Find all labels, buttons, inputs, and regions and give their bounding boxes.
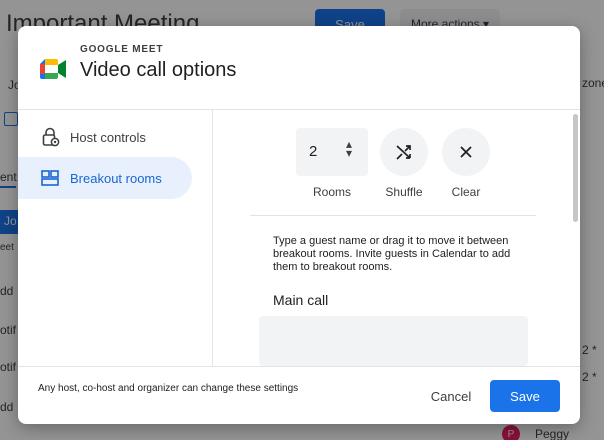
shuffle-button[interactable] <box>380 128 428 176</box>
nav-label: Host controls <box>70 129 146 145</box>
close-icon <box>460 146 472 158</box>
dialog-header: GOOGLE MEET Video call options <box>18 26 580 110</box>
scrollbar-thumb[interactable] <box>573 114 578 222</box>
cancel-button[interactable]: Cancel <box>418 380 484 412</box>
clear-button[interactable] <box>442 128 490 176</box>
shuffle-icon <box>396 145 411 160</box>
lock-gear-icon <box>40 127 60 147</box>
breakout-instructions: Type a guest name or drag it to move it … <box>273 235 511 273</box>
breakout-rooms-panel: 2 ▴ ▾ Rooms Shuffle Clear Type a guest na… <box>214 110 580 366</box>
options-sidebar: Host controls Breakout rooms <box>18 110 213 366</box>
dialog-eyebrow: GOOGLE MEET <box>80 44 164 55</box>
nav-label: Breakout rooms <box>70 170 162 186</box>
rooms-count-stepper[interactable]: 2 ▴ ▾ <box>296 128 368 176</box>
google-meet-logo-icon <box>40 59 66 79</box>
main-call-heading: Main call <box>273 292 329 308</box>
dialog-title: Video call options <box>80 59 237 81</box>
nav-host-controls[interactable]: Host controls <box>18 116 192 158</box>
shuffle-label: Shuffle <box>385 185 423 199</box>
rooms-label: Rooms <box>312 185 351 199</box>
nav-breakout-rooms[interactable]: Breakout rooms <box>18 157 192 199</box>
rooms-count-value: 2 <box>309 143 318 160</box>
breakout-rooms-icon <box>40 168 60 188</box>
clear-label: Clear <box>451 185 481 199</box>
footer-note: Any host, co-host and organizer can chan… <box>38 383 299 394</box>
save-button[interactable]: Save <box>490 380 560 412</box>
divider <box>250 215 536 216</box>
dialog-footer: Any host, co-host and organizer can chan… <box>18 366 580 424</box>
main-call-guest-list[interactable] <box>259 316 528 366</box>
stepper-arrows-icon[interactable]: ▴ ▾ <box>346 138 352 159</box>
video-call-options-dialog: GOOGLE MEET Video call options Host cont… <box>18 26 580 424</box>
